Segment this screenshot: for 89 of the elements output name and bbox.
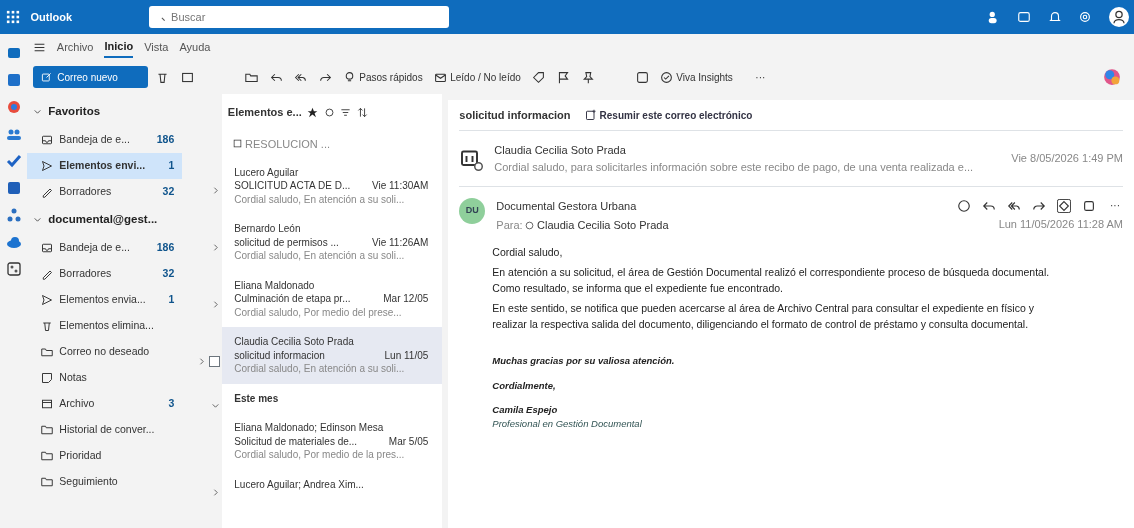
new-mail-button[interactable]: Correo nuevo <box>32 66 148 88</box>
body-paragraph: Cordial saludo, <box>492 244 564 260</box>
trash-icon <box>41 319 54 332</box>
more-button[interactable]: ··· <box>1107 198 1123 213</box>
checkmark-icon[interactable] <box>5 153 22 169</box>
star-icon[interactable] <box>307 106 319 118</box>
envelope-button[interactable]: Leído / No leído <box>431 69 524 85</box>
ribbon-tab[interactable]: Archivo <box>56 36 94 58</box>
unread-count: 186 <box>156 239 175 255</box>
insights-button[interactable]: Viva Insights <box>657 69 736 85</box>
send-icon <box>41 159 54 172</box>
folder-title: Elementos e... <box>227 104 302 120</box>
message-item[interactable]: Claudia Cecilia Soto Prada solicitud informacion Lun 11/05 Cordial saludo, En atención a su soli... <box>222 327 443 384</box>
folder-icon <box>41 423 54 436</box>
unread-count: 32 <box>162 265 175 281</box>
message-time: Vie 8/05/2026 1:49 PM <box>1011 151 1123 167</box>
summary-icon <box>584 109 597 121</box>
folder-item[interactable]: Elementos envia... 1 <box>27 286 183 313</box>
signature-line: Muchas gracias por su valiosa atención. <box>492 353 676 368</box>
filter-icon[interactable] <box>340 106 352 118</box>
folder-item[interactable]: Correo no deseado <box>27 338 183 365</box>
presence-icon <box>525 221 535 230</box>
pinned-item[interactable]: RESOLUCION ... <box>245 135 330 152</box>
summarize-button[interactable]: Resumir este correo electrónico <box>581 107 756 123</box>
folder-item[interactable]: Bandeja de e... 186 <box>27 126 183 153</box>
bell-icon[interactable] <box>1047 10 1062 24</box>
circle-icon[interactable] <box>323 106 335 118</box>
archive-icon <box>180 70 194 84</box>
folder-item[interactable]: Elementos envi... 1 <box>27 152 183 179</box>
unread-count: 1 <box>168 157 175 173</box>
lightbulb-button[interactable]: Pasos rápidos <box>340 69 426 85</box>
inbox-icon <box>41 133 54 146</box>
body-paragraph: En este sentido, se notifica que pueden acercarse al área de Archivo Central para consultar el expediente en físico y realizar la respectiva salida del documento, diligenciando el formato de control de préstamo y consulta documental. <box>492 301 1035 332</box>
unread-count: 3 <box>168 395 175 411</box>
note-icon <box>41 371 54 384</box>
settings-icon[interactable] <box>1078 10 1092 24</box>
folder-item[interactable]: Elementos elimina... <box>27 312 183 339</box>
folder-section-header[interactable]: Favoritos <box>27 96 107 127</box>
unread-count: 186 <box>156 131 175 147</box>
tag-icon <box>532 70 546 84</box>
folder-icon <box>41 449 54 462</box>
ribbon-tab[interactable]: Vista <box>144 36 169 58</box>
body-paragraph: En atención a su solicitud, el área de Gestión Documental realizó el correspondiente proceso de búsqueda documental. Como resultado, se informa que el expediente fue encontrado. <box>492 265 1051 296</box>
ribbon-tab[interactable]: Inicio <box>104 35 134 59</box>
checkbox[interactable] <box>208 356 220 367</box>
recipient-name: Claudia Cecilia Soto Prada <box>537 218 669 234</box>
apps-icon[interactable] <box>5 261 22 277</box>
signature-line: Camila Espejo <box>492 403 559 418</box>
board-icon[interactable] <box>1017 10 1031 24</box>
unread-count: 32 <box>162 183 175 199</box>
folder-icon <box>41 345 54 358</box>
flag-icon <box>556 70 570 84</box>
folder-item[interactable]: Borradores 32 <box>27 178 183 205</box>
chevron-down-icon <box>33 215 43 225</box>
compose-icon <box>40 71 52 83</box>
ribbon-tab[interactable]: Ayuda <box>179 36 211 58</box>
chevron-down-icon <box>33 107 43 117</box>
to-label: Para: <box>496 218 523 234</box>
folder-item[interactable]: Notas <box>27 364 183 391</box>
message-time: Lun 11/05/2026 11:28 AM <box>998 216 1123 232</box>
pin-icon <box>581 70 595 84</box>
folder-item[interactable]: Historial de conver... <box>27 416 183 443</box>
folder-item[interactable]: Archivo 3 <box>27 390 183 417</box>
signature-line: Profesional en Gestión Documental <box>492 417 643 431</box>
unread-count: 1 <box>168 291 175 307</box>
folder-item[interactable]: Prioridad <box>27 442 183 469</box>
folder-item[interactable]: Seguimiento <box>27 468 183 495</box>
org-chart-icon[interactable] <box>5 207 22 223</box>
account-avatar-icon[interactable] <box>1108 7 1129 27</box>
inbox-icon <box>41 241 54 254</box>
sender-name: Claudia Cecilia Soto Prada <box>494 143 627 158</box>
app-launcher-icon[interactable] <box>5 10 20 24</box>
sort-icon[interactable] <box>356 106 368 118</box>
archive-icon <box>41 397 54 410</box>
sender-name: Documental Gestora Urbana <box>496 200 637 212</box>
message-preview: Cordial saludo, para solicitarles información sobre este recibo de pago, de una venta realizada e... <box>494 159 975 175</box>
cloud-icon[interactable] <box>5 234 22 250</box>
folder-item[interactable]: Bandeja de e... 186 <box>27 234 183 261</box>
avatar: DU <box>459 198 486 224</box>
folder-item[interactable]: Borradores 32 <box>27 260 183 287</box>
more-button[interactable]: ··· <box>752 69 769 85</box>
folder-icon <box>41 475 54 488</box>
email-subject: solicitud informacion <box>459 107 571 123</box>
app-title: Outlook <box>30 9 73 25</box>
insights-icon <box>660 70 674 84</box>
send-icon <box>41 293 54 306</box>
signature-line: Cordialmente, <box>492 378 557 393</box>
search-field[interactable]: Buscar <box>149 6 450 28</box>
folder-section-header[interactable]: documental@gest... <box>27 204 164 235</box>
